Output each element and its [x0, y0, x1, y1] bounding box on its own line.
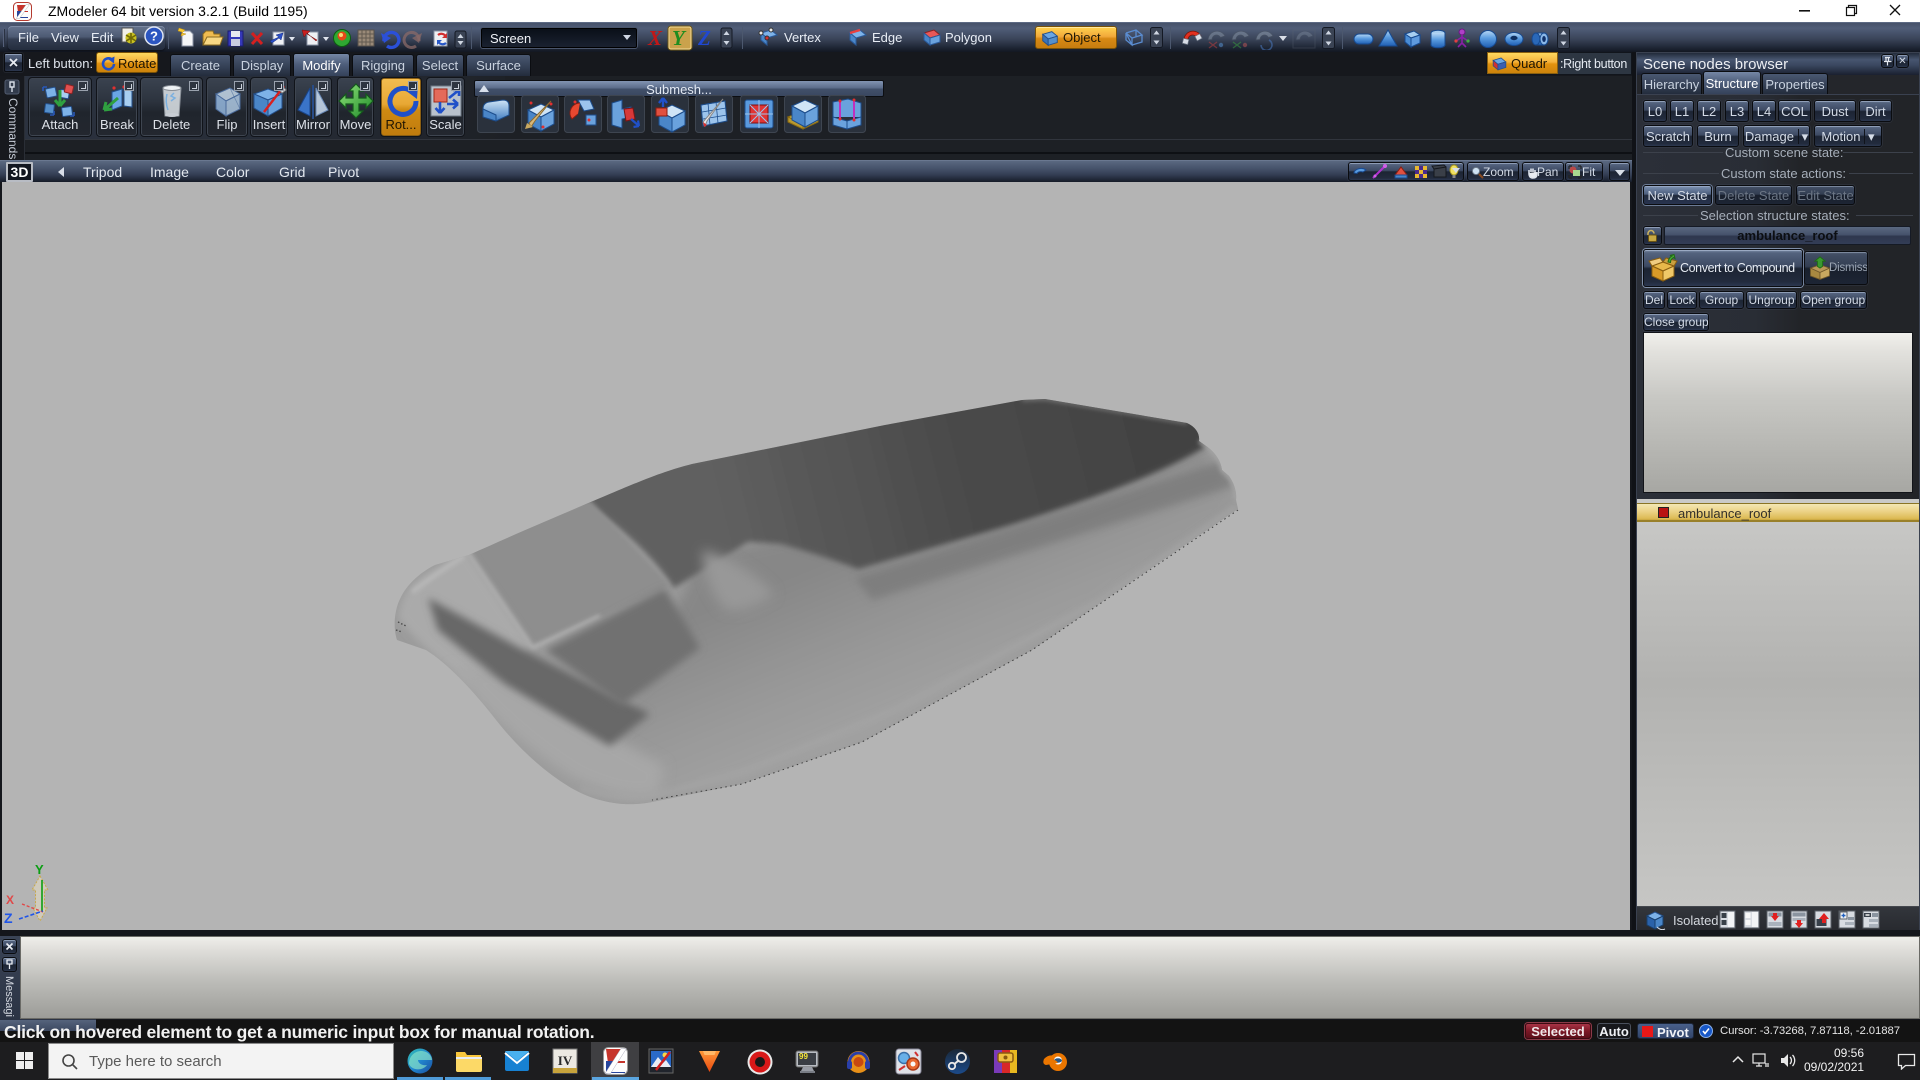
svg-text:Isolated: Isolated	[1673, 913, 1719, 928]
svg-text:Y: Y	[672, 26, 687, 50]
svg-text:99: 99	[799, 1052, 808, 1061]
svg-text:X: X	[647, 26, 663, 50]
svg-text:Y: Y	[35, 862, 44, 877]
svg-text:Z: Z	[697, 26, 711, 50]
svg-text:IV: IV	[558, 1053, 573, 1068]
svg-text:?: ?	[150, 29, 158, 44]
svg-text:Z: Z	[4, 910, 13, 926]
svg-text:X: X	[6, 893, 14, 907]
